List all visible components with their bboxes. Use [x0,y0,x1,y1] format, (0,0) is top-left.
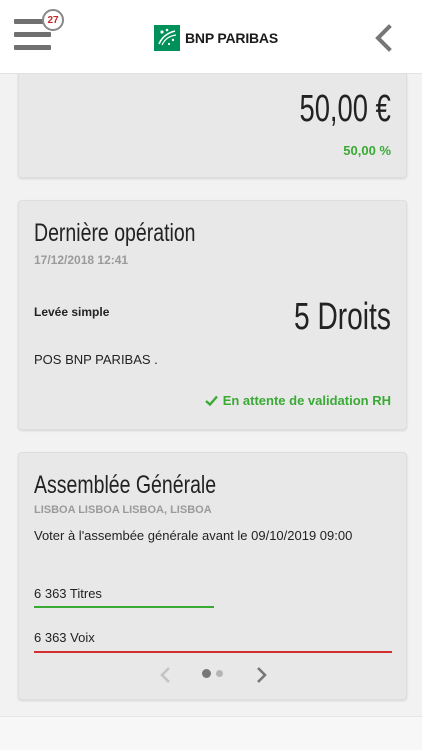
chevron-left-icon [160,667,170,683]
chevron-right-icon [257,667,267,683]
pager-dot[interactable] [216,670,223,677]
brand-name: BNP PARIBAS [185,30,278,46]
carousel-pager [19,663,406,687]
operation-type: Levée simple [34,305,110,319]
last-operation-card[interactable]: Dernière opération 17/12/2018 12:41 Levé… [18,200,407,430]
operation-status-text: En attente de validation RH [222,393,391,408]
brand-logo: BNP PARIBAS [154,25,278,51]
menu-button[interactable]: 27 [14,9,64,54]
check-icon [204,395,218,406]
bnp-logo-icon [154,25,180,51]
balance-percentage: 50,00 % [343,143,391,158]
chevron-left-icon [375,24,392,52]
assembly-vote-deadline: Voter à l'assembée générale avant le 09/… [34,528,353,543]
hamburger-menu-bar [14,45,51,50]
titres-count: 6 363 Titres [34,586,102,601]
voix-count: 6 363 Voix [34,630,95,645]
app-header: 27 BNP PARIBAS [0,0,422,74]
balance-amount: 50,00 € [299,88,391,130]
bottom-bar [0,716,422,750]
pager-dot-active[interactable] [202,669,211,678]
pager-next-button[interactable] [251,665,271,685]
back-button[interactable] [370,20,396,56]
notification-badge[interactable]: 27 [42,9,64,31]
operation-value: 5 Droits [294,296,391,338]
operation-description: POS BNP PARIBAS . [34,352,158,367]
last-operation-timestamp: 17/12/2018 12:41 [34,253,129,267]
hamburger-menu-bar [14,32,51,37]
titres-underline [34,606,214,608]
last-operation-title: Dernière opération [34,219,196,247]
balance-card: 50,00 € 50,00 % [18,74,407,178]
assembly-location: LISBOA LISBOA LISBOA, LISBOA [34,504,212,516]
operation-status: En attente de validation RH [204,393,391,408]
voix-underline [34,651,392,653]
pager-prev-button[interactable] [156,665,176,685]
general-assembly-card[interactable]: Assemblée Générale LISBOA LISBOA LISBOA,… [18,452,407,700]
general-assembly-title: Assemblée Générale [34,471,217,499]
